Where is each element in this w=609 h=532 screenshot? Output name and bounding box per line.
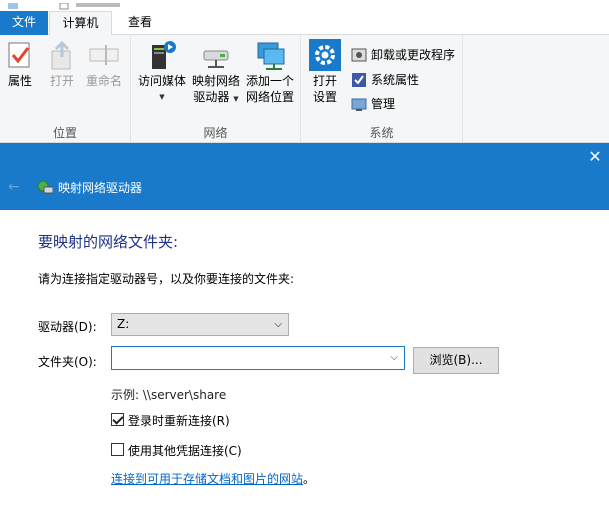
rename-icon: [88, 39, 120, 71]
group-location-title: 位置: [52, 126, 77, 140]
rename-button[interactable]: 重命名: [84, 39, 124, 89]
gear-icon: [309, 39, 341, 71]
add-location-label-line1: 添加一个: [245, 74, 294, 88]
ribbon-panel: 属性 打开 重命名 位置 访问媒体 ▼ 映射网络 驱动器 ▼ 添加一个 网络位置…: [0, 35, 609, 143]
dialog-header: ✕ ← 映射网络驱动器: [0, 143, 609, 210]
dialog-title: 映射网络驱动器: [58, 181, 143, 195]
map-network-drive-button[interactable]: 映射网络 驱动器 ▼: [190, 39, 242, 107]
add-location-label-line2: 网络位置: [245, 90, 294, 104]
system-properties-icon: [351, 72, 367, 88]
chevron-down-icon: ⌵: [274, 319, 282, 330]
connect-website-link[interactable]: 连接到可用于存储文档和图片的网站: [111, 470, 303, 487]
open-settings-label-line2: 设置: [312, 90, 337, 104]
properties-button[interactable]: 属性: [4, 39, 36, 89]
manage-button[interactable]: 管理: [349, 94, 395, 114]
open-label: 打开: [49, 74, 74, 88]
properties-label: 属性: [7, 74, 32, 88]
open-icon: [46, 39, 78, 71]
dialog-heading: 要映射的网络文件夹:: [38, 233, 179, 251]
chevron-down-icon: ▼: [159, 93, 165, 101]
tab-view[interactable]: 查看: [114, 11, 166, 35]
group-location: 属性 打开 重命名 位置: [0, 35, 131, 143]
chevron-down-icon: ▼: [233, 95, 239, 103]
network-drive-icon: [200, 39, 232, 71]
link-suffix: 。: [303, 472, 316, 486]
other-credentials-checkbox[interactable]: [111, 443, 124, 456]
open-settings-label-line1: 打开: [312, 74, 337, 88]
reconnect-checkbox[interactable]: [111, 413, 124, 426]
ribbon-tab-bar: 文件 计算机 查看: [0, 0, 609, 36]
uninstall-icon: [351, 47, 367, 63]
map-drive-label-text: 驱动器: [193, 90, 230, 104]
group-system-title: 系统: [369, 126, 394, 140]
group-network-title: 网络: [203, 126, 228, 140]
access-media-label: 访问媒体: [137, 74, 186, 88]
network-location-icon: [254, 39, 286, 71]
system-properties-label: 系统属性: [371, 73, 420, 87]
folder-input[interactable]: [112, 347, 382, 369]
dialog-instruction: 请为连接指定驱动器号，以及你要连接的文件夹:: [38, 272, 295, 286]
uninstall-label: 卸载或更改程序: [371, 48, 456, 62]
map-drive-label-line1: 映射网络: [191, 74, 240, 88]
quick-access-toolbar: [0, 0, 180, 10]
tab-computer[interactable]: 计算机: [49, 11, 112, 36]
browse-button[interactable]: 浏览(B)...: [413, 347, 499, 374]
reconnect-label: 登录时重新连接(R): [128, 414, 230, 428]
folder-label: 文件夹(O):: [38, 355, 97, 369]
close-icon[interactable]: ✕: [587, 149, 603, 165]
map-drive-label-line2: 驱动器 ▼: [190, 89, 242, 107]
manage-icon: [351, 96, 367, 112]
group-system: 打开 设置 卸载或更改程序 系统属性 管理 系统: [301, 35, 463, 143]
rename-label: 重命名: [85, 74, 122, 88]
access-media-button[interactable]: 访问媒体 ▼: [136, 39, 188, 105]
open-settings-button[interactable]: 打开 设置: [307, 39, 343, 105]
uninstall-program-button[interactable]: 卸载或更改程序: [349, 45, 455, 65]
properties-icon: [4, 39, 36, 71]
add-network-location-button[interactable]: 添加一个 网络位置: [243, 39, 297, 105]
drive-label: 驱动器(D):: [38, 320, 97, 334]
other-credentials-label: 使用其他凭据连接(C): [128, 444, 242, 458]
manage-label: 管理: [371, 97, 396, 111]
tab-file[interactable]: 文件: [0, 11, 48, 35]
group-network: 访问媒体 ▼ 映射网络 驱动器 ▼ 添加一个 网络位置 网络: [131, 35, 301, 143]
media-server-icon: [146, 39, 178, 71]
chevron-down-icon[interactable]: ⌵: [390, 352, 398, 363]
system-properties-button[interactable]: 系统属性: [349, 70, 419, 90]
folder-combobox[interactable]: ⌵: [111, 346, 405, 370]
drive-select-value: Z:: [117, 317, 130, 331]
network-drive-icon: [37, 180, 54, 194]
open-button[interactable]: 打开: [46, 39, 78, 89]
back-arrow-icon[interactable]: ←: [8, 179, 24, 195]
example-text: 示例: \\server\share: [111, 388, 227, 402]
drive-select[interactable]: Z: ⌵: [111, 313, 289, 336]
